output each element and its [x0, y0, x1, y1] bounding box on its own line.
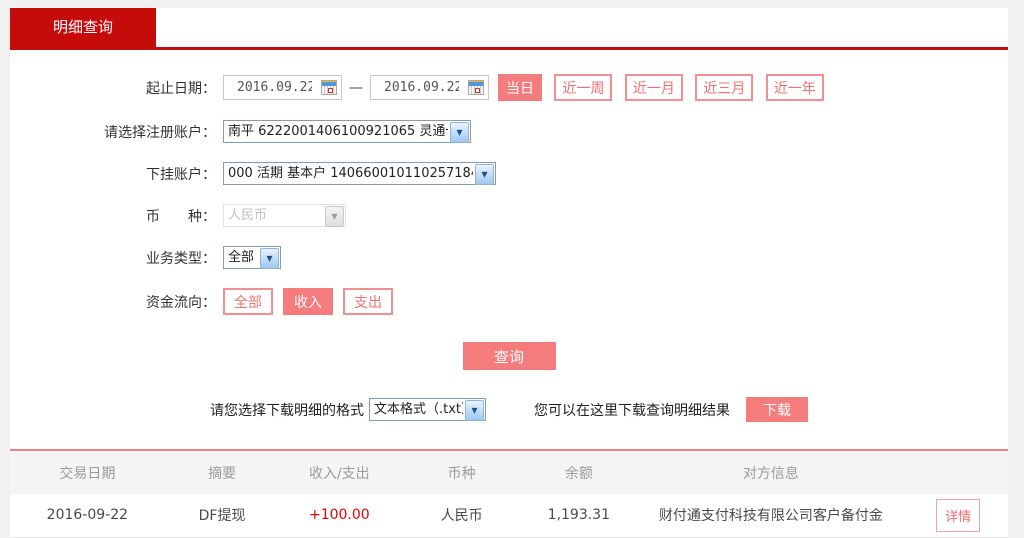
cell-summary: DF提现	[165, 494, 280, 537]
cell-action: 详情	[908, 494, 1008, 537]
header-balance: 余额	[524, 451, 634, 494]
calendar-icon[interactable]	[468, 80, 484, 95]
currency-label: 币 种：	[10, 206, 216, 226]
register-account-row: 请选择注册账户： 南平 6222001406100921065 灵通卡	[10, 120, 1008, 143]
detail-button[interactable]: 详情	[936, 499, 980, 532]
main-panel: 明细查询 起止日期： — 当日 近一周 近一月 近三月	[10, 8, 1008, 519]
quick-range-buttons: 当日 近一周 近一月 近三月 近一年	[489, 74, 824, 101]
sub-account-label: 下挂账户：	[10, 164, 216, 184]
table-header-row: 交易日期 摘要 收入/支出 币种 余额 对方信息	[10, 451, 1008, 494]
header-in-out: 收入/支出	[279, 451, 399, 494]
calendar-icon[interactable]	[321, 80, 337, 95]
business-type-select[interactable]: 全部	[223, 246, 281, 269]
fund-flow-income-button[interactable]: 收入	[283, 288, 333, 315]
sub-account-row: 下挂账户： 000 活期 基本户 1406600101102571848	[10, 162, 1008, 185]
header-summary: 摘要	[165, 451, 280, 494]
fund-flow-all-button[interactable]: 全部	[223, 288, 273, 315]
sub-account-select[interactable]: 000 活期 基本户 1406600101102571848	[223, 162, 496, 185]
download-format-label: 请您选择下载明细的格式	[210, 400, 364, 420]
quick-range-year-button[interactable]: 近一年	[766, 74, 824, 101]
cell-balance: 1,193.31	[524, 494, 634, 537]
download-format-select[interactable]: 文本格式（.txt）	[369, 398, 486, 421]
end-date-input[interactable]	[371, 80, 459, 95]
quick-range-3months-button[interactable]: 近三月	[695, 74, 753, 101]
quick-range-month-button[interactable]: 近一月	[625, 74, 683, 101]
date-range-row: 起止日期： — 当日 近一周 近一月 近三月 近一年	[10, 74, 1008, 101]
tab-bar: 明细查询	[10, 8, 1008, 50]
header-date: 交易日期	[10, 451, 165, 494]
cell-currency: 人民币	[399, 494, 524, 537]
tab-detail-query[interactable]: 明细查询	[10, 8, 156, 47]
cell-counterparty: 财付通支付科技有限公司客户备付金	[634, 494, 908, 537]
end-date-field[interactable]	[370, 75, 489, 100]
currency-row: 币 种： 人民币	[10, 204, 1008, 227]
quick-range-week-button[interactable]: 近一周	[554, 74, 612, 101]
start-date-field[interactable]	[223, 75, 342, 100]
download-button[interactable]: 下载	[746, 397, 808, 422]
date-separator: —	[349, 80, 363, 96]
download-row: 请您选择下载明细的格式 文本格式（.txt） 您可以在这里下载查询明细结果 下载	[10, 397, 1008, 422]
fund-flow-row: 资金流向： 全部 收入 支出	[10, 288, 1008, 315]
business-type-label: 业务类型：	[10, 248, 216, 268]
currency-select: 人民币	[223, 204, 346, 227]
cell-amount: +100.00	[279, 494, 399, 537]
date-range-label: 起止日期：	[10, 78, 216, 98]
download-hint: 您可以在这里下载查询明细结果	[534, 400, 730, 420]
results-table: 交易日期 摘要 收入/支出 币种 余额 对方信息 2016-09-22 DF提现…	[10, 449, 1008, 538]
quick-range-today-button[interactable]: 当日	[498, 74, 542, 101]
header-currency: 币种	[399, 451, 524, 494]
register-account-label: 请选择注册账户：	[10, 122, 216, 142]
fund-flow-expense-button[interactable]: 支出	[343, 288, 393, 315]
query-button[interactable]: 查询	[463, 342, 556, 370]
header-action	[908, 451, 1008, 494]
query-form: 起止日期： — 当日 近一周 近一月 近三月 近一年	[10, 50, 1008, 422]
header-counterparty: 对方信息	[634, 451, 908, 494]
query-button-row: 查询	[10, 342, 1008, 370]
business-type-row: 业务类型： 全部	[10, 246, 1008, 269]
register-account-select[interactable]: 南平 6222001406100921065 灵通卡	[223, 120, 471, 143]
cell-date: 2016-09-22	[10, 494, 165, 537]
fund-flow-label: 资金流向：	[10, 292, 216, 312]
table-row: 2016-09-22 DF提现 +100.00 人民币 1,193.31 财付通…	[10, 494, 1008, 537]
start-date-input[interactable]	[224, 80, 312, 95]
